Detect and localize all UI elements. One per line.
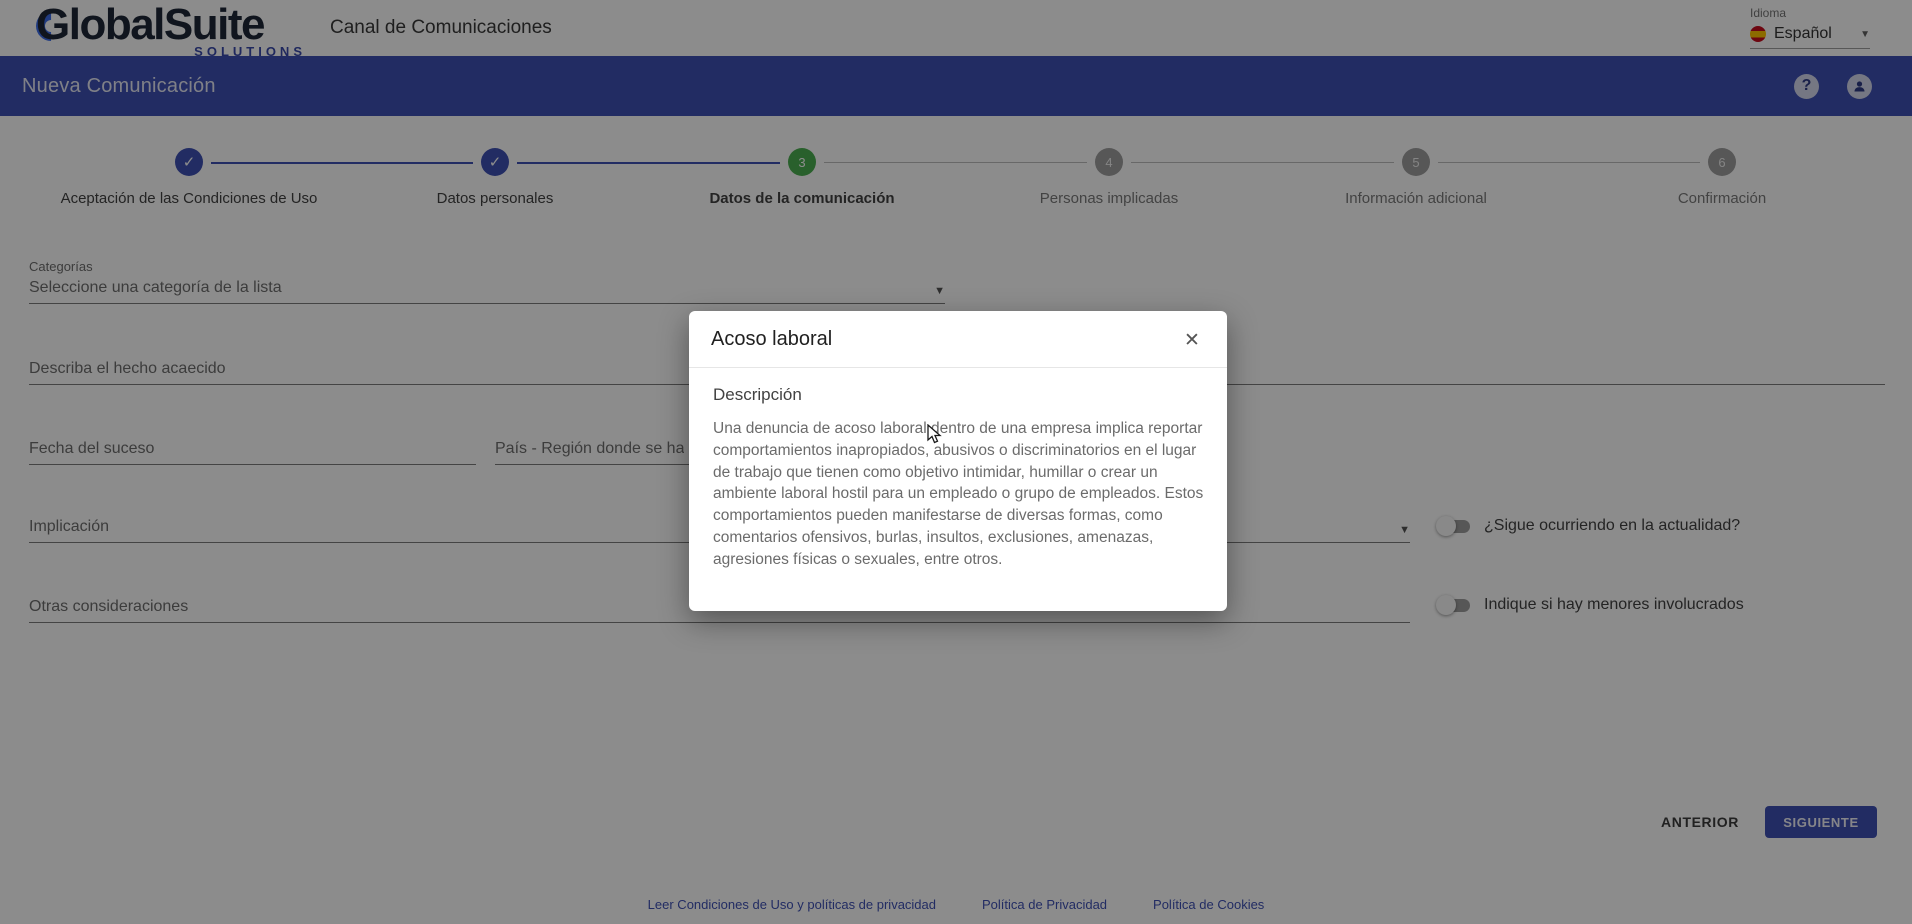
modal-description-text: Una denuncia de acoso laboral dentro de … — [713, 418, 1205, 571]
modal-section-title: Descripción — [713, 385, 1203, 405]
modal-body: Descripción Una denuncia de acoso labora… — [689, 368, 1227, 571]
modal-title: Acoso laboral — [711, 328, 832, 351]
mouse-cursor-icon — [927, 424, 945, 451]
modal-header: Acoso laboral ✕ — [689, 311, 1227, 368]
category-info-modal: Acoso laboral ✕ Descripción Una denuncia… — [689, 311, 1227, 611]
close-icon[interactable]: ✕ — [1179, 327, 1205, 353]
page: GlobalSuite SOLUTIONS Canal de Comunicac… — [0, 0, 1912, 924]
